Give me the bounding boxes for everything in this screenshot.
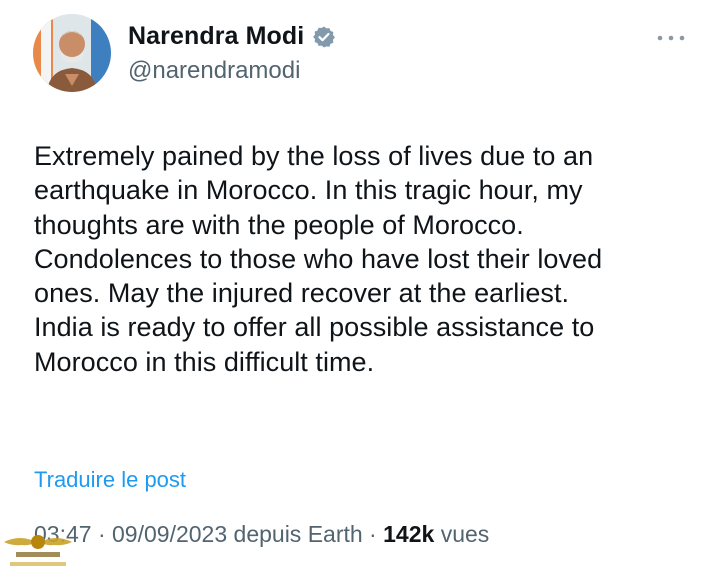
author-display-name[interactable]: Narendra Modi — [128, 22, 304, 51]
author-handle[interactable]: @narendramodi — [128, 57, 300, 85]
tweet-text: Extremely pained by the loss of lives du… — [34, 141, 603, 377]
forum-watermark-icon — [4, 535, 72, 566]
tweet-meta: 03:47 · 09/09/2023 depuis Earth · 142k v… — [34, 521, 489, 548]
more-options-button[interactable] — [654, 28, 688, 48]
watermark-logo — [0, 512, 76, 576]
tweet-date[interactable]: 09/09/2023 — [112, 521, 227, 547]
more-horizontal-icon — [657, 35, 685, 41]
translate-post-link[interactable]: Traduire le post — [34, 467, 186, 493]
profile-photo-icon — [33, 14, 111, 92]
meta-separator: · — [362, 521, 384, 547]
verified-badge-icon[interactable] — [312, 25, 336, 49]
tweet-source: depuis Earth — [233, 521, 363, 547]
avatar[interactable] — [33, 14, 111, 92]
author-name-row: Narendra Modi — [128, 22, 336, 51]
views-count[interactable]: 142k — [383, 521, 434, 547]
views-label: vues — [440, 521, 490, 547]
meta-separator: · — [91, 521, 113, 547]
tweet-card: Narendra Modi @narendramodi Extremely pa… — [0, 0, 720, 576]
